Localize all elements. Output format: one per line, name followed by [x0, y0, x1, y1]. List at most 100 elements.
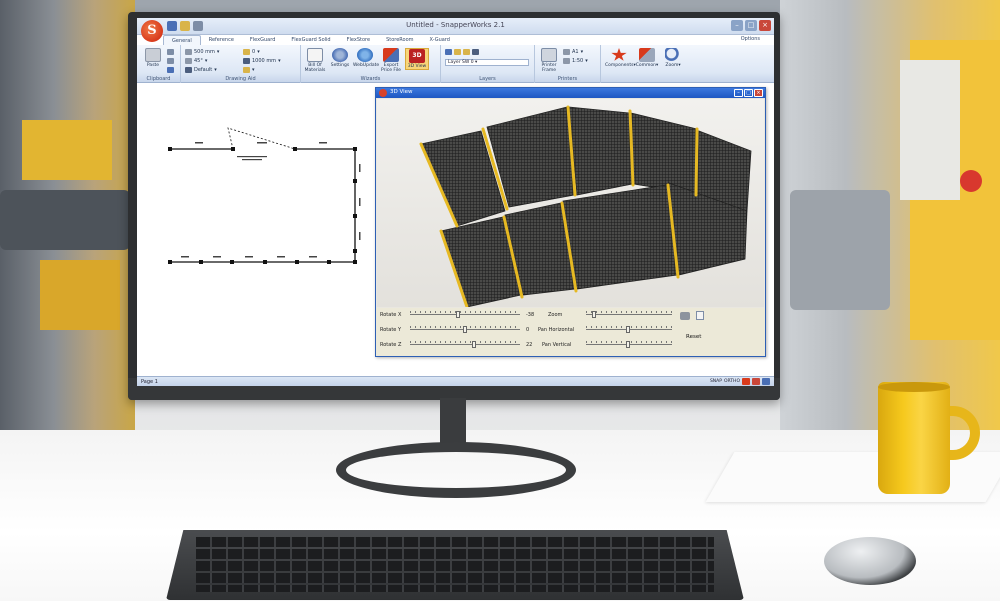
tab-storeroom[interactable]: StoreRoom	[378, 35, 421, 45]
slider-thumb	[592, 311, 596, 318]
cut-icon	[167, 49, 174, 55]
paste-button[interactable]: Paste	[141, 48, 165, 68]
status-bar: Page 1 SNAP ORTHO	[137, 376, 774, 386]
3d-view-window-controls: – □ ×	[734, 89, 763, 97]
save-image-icon[interactable]	[696, 311, 704, 320]
monitor-stand	[336, 442, 576, 498]
page-icon	[563, 49, 570, 55]
app-small-icon	[379, 89, 387, 97]
cut-button[interactable]	[167, 48, 174, 56]
layer-edit-icon	[454, 49, 461, 55]
rotate-x-label: Rotate X	[380, 312, 402, 318]
tab-flexguard[interactable]: FlexGuard	[242, 35, 283, 45]
style-setting[interactable]: Default ▾	[185, 66, 217, 74]
grid-icon	[185, 67, 192, 73]
height-icon	[243, 58, 250, 64]
status-blue-icon[interactable]	[762, 378, 770, 385]
tab-reference[interactable]: Reference	[201, 35, 242, 45]
star-icon	[611, 48, 627, 61]
tab-general[interactable]: General	[163, 35, 201, 45]
page-size-select[interactable]: A1 ▾	[563, 48, 583, 56]
3d-view-controls: Rotate X -38 Rotate Y 0 Rotate Z 22 Zoom…	[376, 308, 765, 356]
group-wizards: Bill Of Materials Settings WebUpdate Exp…	[301, 45, 441, 83]
scale-select[interactable]: 1:50 ▾	[563, 57, 588, 65]
layer-select[interactable]: Layer SW 0 ▾	[445, 59, 529, 66]
export-icon	[383, 48, 399, 62]
snapshot-icon[interactable]	[680, 312, 690, 320]
layer-delete-icon	[463, 49, 470, 55]
undo-button[interactable]	[167, 66, 174, 74]
status-close-icon[interactable]	[752, 378, 760, 385]
status-red-icon[interactable]	[742, 378, 750, 385]
pan-vertical-slider[interactable]	[586, 341, 672, 348]
rotate-y-value: 0	[526, 327, 530, 333]
options-menu[interactable]: Options	[741, 36, 760, 42]
printer-frame-button[interactable]: Printer Frame	[537, 48, 561, 73]
slider-thumb	[472, 341, 476, 348]
length-setting[interactable]: 500 mm ▾	[185, 48, 219, 56]
3d-view-maximize-button[interactable]: □	[744, 89, 753, 97]
fence-post	[694, 127, 699, 197]
scale-icon	[563, 58, 570, 64]
rotate-y-slider[interactable]	[410, 326, 520, 333]
pencil-icon	[639, 48, 655, 62]
tab-flexstore[interactable]: FlexStore	[339, 35, 378, 45]
group-tools: Components▾ Common▾ Zoom▾	[601, 45, 691, 83]
3d-view-minimize-button[interactable]: –	[734, 89, 743, 97]
layer-add-icon	[445, 49, 452, 55]
rotate-z-label: Rotate Z	[380, 342, 402, 348]
reset-button[interactable]: Reset	[686, 334, 701, 340]
rotate-x-slider[interactable]	[410, 311, 520, 318]
ortho-status[interactable]: ORTHO	[724, 379, 740, 384]
3d-view-window[interactable]: 3D View – □ × Rotate X -38 Rotate Y 0 Ro…	[375, 87, 766, 357]
rotate-y-label: Rotate Y	[380, 327, 402, 333]
snap-status[interactable]: SNAP	[710, 379, 722, 384]
app-screen: Untitled - SnapperWorks 2.1 – □ × S Gene…	[137, 18, 774, 386]
pan-horizontal-slider[interactable]	[586, 326, 672, 333]
maximize-button[interactable]: □	[745, 20, 757, 31]
title-bar: Untitled - SnapperWorks 2.1 – □ ×	[137, 18, 774, 35]
components-button[interactable]: Components▾	[605, 48, 636, 68]
close-button[interactable]: ×	[759, 20, 771, 31]
fence-plan-drawing	[168, 127, 361, 264]
angle-setting[interactable]: 45° ▾	[185, 57, 207, 65]
zoom-label: Zoom	[548, 312, 563, 318]
pen-setting[interactable]: ▾	[243, 66, 255, 74]
group-printers: Printer Frame A1 ▾ 1:50 ▾ Printers	[535, 45, 601, 83]
factory-machinery-left	[0, 0, 135, 430]
group-drawing-aid: 500 mm ▾ 45° ▾ Default ▾ 0 ▾ 1000 mm ▾ ▾ Draw…	[181, 45, 301, 83]
angle-icon	[185, 58, 192, 64]
ruler-icon	[185, 49, 192, 55]
slider-thumb	[463, 326, 467, 333]
globe-icon	[357, 48, 373, 62]
3d-viewport[interactable]	[377, 99, 764, 307]
zoom-slider[interactable]	[586, 311, 672, 318]
copy-button[interactable]	[167, 57, 174, 65]
tab-flexguard-solid[interactable]: FlexGuard Solid	[283, 35, 338, 45]
tab-x-guard[interactable]: X-Guard	[422, 35, 458, 45]
drawing-canvas[interactable]	[137, 84, 377, 376]
paste-icon	[145, 48, 161, 62]
3d-view-close-button[interactable]: ×	[754, 89, 763, 97]
rotate-z-slider[interactable]	[410, 341, 520, 348]
zoom-button[interactable]: Zoom▾	[661, 48, 685, 68]
3d-icon: 3D	[409, 49, 425, 63]
window-controls: – □ ×	[731, 20, 771, 31]
layer-tools[interactable]	[445, 48, 479, 56]
app-logo-icon[interactable]: S	[141, 20, 163, 42]
height-setting[interactable]: 1000 mm ▾	[243, 57, 281, 65]
copy-icon	[167, 58, 174, 64]
export-price-file-button[interactable]: Export Price File	[379, 48, 403, 73]
common-button[interactable]: Common▾	[635, 48, 659, 68]
factory-machinery-right	[780, 0, 1000, 430]
minimize-button[interactable]: –	[731, 20, 743, 31]
group-clipboard: Paste Clipboard	[137, 45, 181, 83]
snap-setting[interactable]: 0 ▾	[243, 48, 260, 56]
rotate-x-value: -38	[526, 312, 535, 318]
rotate-z-value: 22	[526, 342, 533, 348]
3d-view-titlebar[interactable]: 3D View – □ ×	[376, 88, 765, 98]
webupdate-button[interactable]: WebUpdate	[353, 48, 379, 68]
settings-button[interactable]: Settings	[328, 48, 352, 68]
bill-of-materials-button[interactable]: Bill Of Materials	[303, 48, 327, 73]
3d-view-button[interactable]: 3D 3D View	[405, 48, 429, 70]
